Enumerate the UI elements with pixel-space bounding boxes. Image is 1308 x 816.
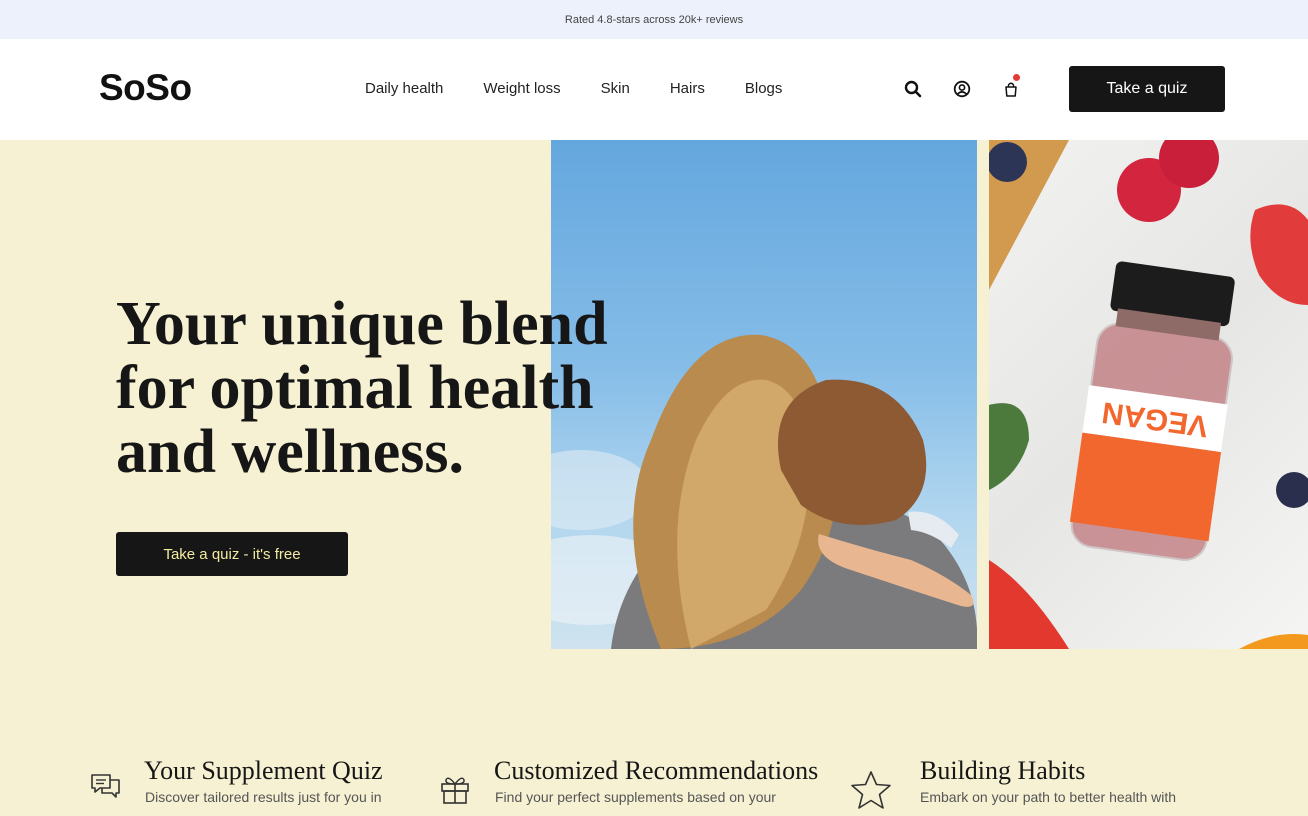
- nav-link-skin[interactable]: Skin: [601, 80, 630, 97]
- nav-link-hairs[interactable]: Hairs: [670, 80, 705, 97]
- cart-badge: [1013, 74, 1020, 81]
- hero-headline: Your unique blend for optimal health and…: [116, 290, 608, 486]
- nav-link-blogs[interactable]: Blogs: [745, 80, 783, 97]
- take-quiz-button[interactable]: Take a quiz: [1069, 66, 1225, 112]
- header-icons: [902, 74, 1049, 100]
- chat-icon: [88, 770, 124, 807]
- feature-text: Find your perfect supplements based on y…: [495, 789, 776, 805]
- hero-quiz-button[interactable]: Take a quiz - it's free: [116, 532, 348, 576]
- site-header: SoSo Daily health Weight loss Skin Hairs…: [0, 39, 1308, 140]
- nav-link-weight-loss[interactable]: Weight loss: [483, 80, 560, 97]
- main-menu: Daily health Weight loss Skin Hairs Blog…: [365, 80, 822, 97]
- nav-link-daily-health[interactable]: Daily health: [365, 80, 443, 97]
- cart-icon[interactable]: [1000, 74, 1022, 100]
- hero-section: VEGAN Your unique blend for optimal heal…: [0, 140, 1308, 816]
- feature-text: Discover tailored results just for you i…: [145, 789, 382, 805]
- announcement-bar: Rated 4.8-stars across 20k+ reviews: [0, 0, 1308, 39]
- feature-text: Embark on your path to better health wit…: [920, 789, 1177, 805]
- gift-icon: [438, 772, 472, 811]
- logo[interactable]: SoSo: [99, 67, 192, 109]
- search-icon[interactable]: [902, 78, 924, 100]
- hero-photo-supplement-jar: VEGAN: [989, 140, 1308, 649]
- announcement-text: Rated 4.8-stars across 20k+ reviews: [564, 13, 744, 26]
- feature-title: Customized Recommendations: [494, 756, 819, 785]
- star-icon: [850, 770, 892, 815]
- account-icon[interactable]: [951, 78, 973, 100]
- feature-title: Your Supplement Quiz: [144, 756, 383, 785]
- feature-title: Building Habits: [920, 756, 1086, 785]
